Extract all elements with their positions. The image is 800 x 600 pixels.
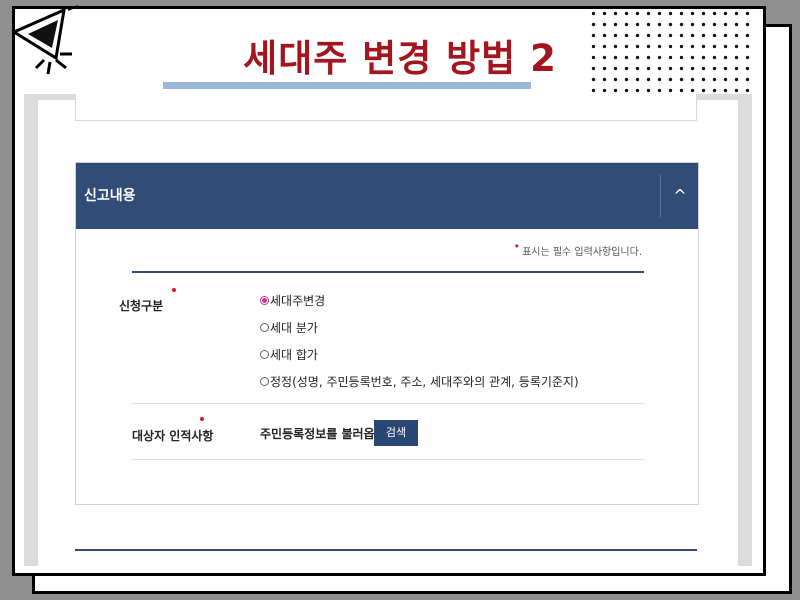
radio-label: 세대주변경 [270, 294, 326, 308]
previous-section-box [75, 94, 697, 121]
required-note-text: 표시는 필수 입력사항입니다. [522, 247, 642, 258]
radio-label: 세대 분가 [270, 321, 318, 335]
radio-icon[interactable] [260, 377, 269, 386]
required-mark-icon [172, 288, 176, 292]
form-top-border [132, 271, 644, 273]
radio-label: 정정(성명, 주민등록번호, 주소, 세대주와의 관계, 등록기준지) [270, 375, 579, 389]
radio-option-correction[interactable]: 정정(성명, 주민등록번호, 주소, 세대주와의 관계, 등록기준지) [260, 373, 579, 390]
required-mark-icon: • [513, 240, 521, 253]
panel-title: 신고내용 [84, 188, 136, 204]
request-type-label: 신청구분 [119, 299, 164, 313]
next-panel-header-edge [75, 549, 697, 551]
radio-icon[interactable] [260, 323, 269, 332]
screenshot-area: 신고내용 ^ • 표시는 필수 입력사항입니다. 신청구분 세대주변경 세대 분가… [24, 94, 752, 566]
web-form-page: 신고내용 ^ • 표시는 필수 입력사항입니다. 신청구분 세대주변경 세대 분가… [38, 94, 738, 566]
required-mark-icon [200, 417, 204, 421]
target-person-label: 대상자 인적사항 [132, 429, 214, 443]
panel-header-divider [660, 175, 661, 217]
panel-header[interactable]: 신고내용 ^ [76, 163, 698, 229]
radio-checked-icon[interactable] [260, 296, 269, 305]
row-separator [132, 459, 644, 460]
radio-option-household-head-change[interactable]: 세대주변경 [260, 292, 325, 309]
radio-option-household-split[interactable]: 세대 분가 [260, 319, 318, 336]
report-content-panel: 신고내용 ^ • 표시는 필수 입력사항입니다. 신청구분 세대주변경 세대 분가… [75, 162, 699, 505]
radio-icon[interactable] [260, 350, 269, 359]
radio-label: 세대 합가 [270, 348, 318, 362]
slide-title: 세대주 변경 방법 2 [243, 37, 557, 80]
radio-option-household-merge[interactable]: 세대 합가 [260, 346, 318, 363]
title-underline [163, 82, 531, 89]
chevron-up-icon[interactable]: ^ [662, 163, 698, 229]
row-separator [132, 403, 644, 404]
required-note: • 표시는 필수 입력사항입니다. [513, 240, 642, 258]
search-button[interactable]: 검색 [374, 420, 418, 446]
